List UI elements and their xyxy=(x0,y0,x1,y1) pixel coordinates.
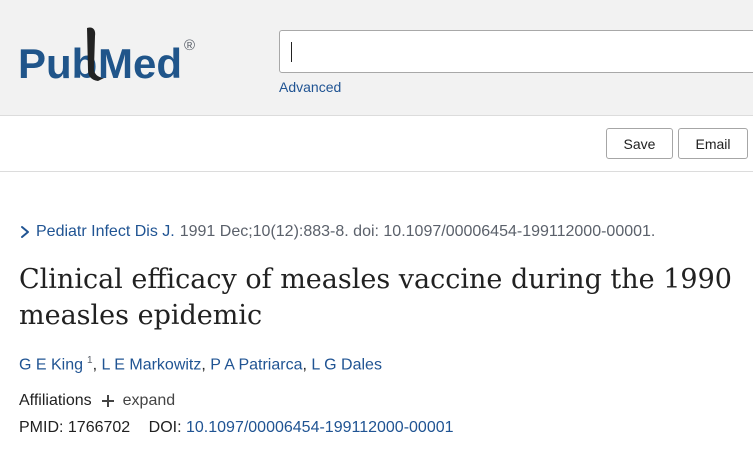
pubmed-logo-mark: Pub Med ® xyxy=(18,27,195,87)
author-list: G E King 1, L E Markowitz, P A Patriarca,… xyxy=(19,355,382,374)
identifiers-row: PMID: 1766702 DOI: 10.1097/00006454-1991… xyxy=(19,419,454,437)
citation-details: 1991 Dec;10(12):883-8. doi: 10.1097/0000… xyxy=(179,223,656,240)
site-header: Pub Med ® Advanced xyxy=(0,0,753,116)
email-button[interactable]: Email xyxy=(678,128,748,159)
search-box[interactable] xyxy=(279,30,753,73)
action-toolbar: Save Email xyxy=(0,116,753,172)
citation-line: Pediatr Infect Dis J. 1991 Dec;10(12):88… xyxy=(19,223,655,241)
author-separator: , xyxy=(302,356,307,374)
registered-mark: ® xyxy=(184,37,195,54)
advanced-search-link[interactable]: Advanced xyxy=(279,79,341,95)
chevron-right-icon[interactable] xyxy=(19,224,31,240)
text-caret xyxy=(291,42,292,62)
pmid-label: PMID: xyxy=(19,419,64,436)
search-input[interactable] xyxy=(280,31,753,72)
author-separator: , xyxy=(201,356,206,374)
expand-label: expand xyxy=(122,392,176,409)
expand-affiliations-button[interactable]: expand xyxy=(101,392,176,410)
author-separator: , xyxy=(92,356,98,374)
author-link[interactable]: L G Dales xyxy=(311,356,382,373)
journal-link[interactable]: Pediatr Infect Dis J. xyxy=(36,223,175,241)
pubmed-logo[interactable]: Pub Med ® xyxy=(18,24,204,88)
author-link[interactable]: G E King xyxy=(19,356,83,373)
affiliations-label: Affiliations xyxy=(19,392,92,409)
logo-med-text: Med xyxy=(98,40,182,87)
pmid-value: 1766702 xyxy=(67,419,131,436)
article-title: Clinical efficacy of measles vaccine dur… xyxy=(19,264,732,331)
author-link[interactable]: L E Markowitz xyxy=(102,356,202,373)
doi-link[interactable]: 10.1097/00006454-199112000-00001 xyxy=(186,419,454,436)
plus-icon xyxy=(101,395,114,407)
affiliations-row: Affiliations expand xyxy=(19,392,175,410)
doi-label: DOI: xyxy=(148,419,182,436)
logo-pub-text: Pub xyxy=(18,40,97,87)
save-button[interactable]: Save xyxy=(606,128,673,159)
author-link[interactable]: P A Patriarca xyxy=(210,356,302,373)
